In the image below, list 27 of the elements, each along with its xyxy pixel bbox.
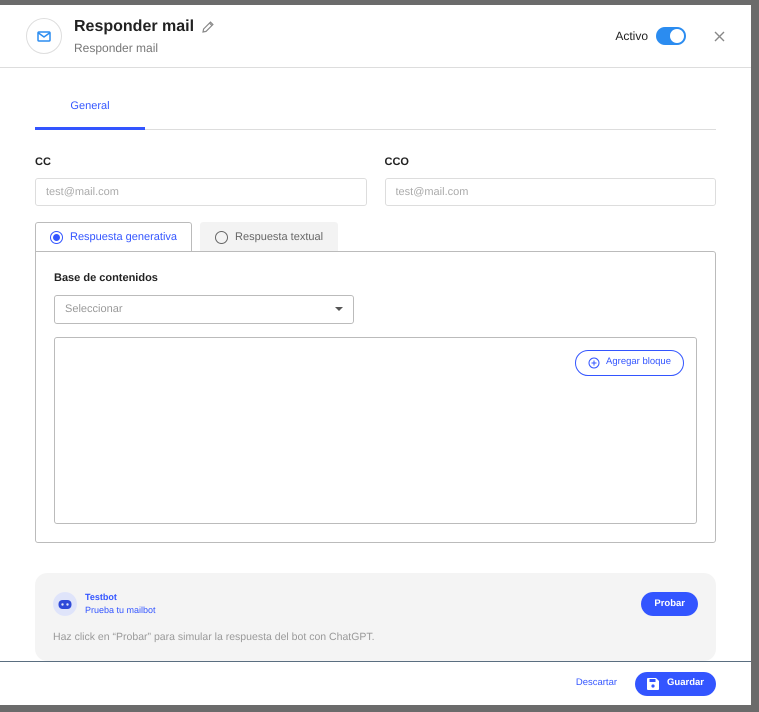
active-label: Activo bbox=[615, 28, 648, 45]
save-button[interactable]: Guardar bbox=[635, 672, 716, 696]
email-input-field[interactable]: test@mail.com bbox=[35, 178, 366, 206]
tab[interactable]: General bbox=[35, 84, 145, 130]
plus-circle-icon bbox=[588, 356, 600, 368]
content-base-dropdown[interactable]: Seleccionar bbox=[54, 294, 354, 324]
response-tab[interactable]: Respuesta textual bbox=[200, 222, 338, 251]
mail-icon bbox=[26, 18, 62, 54]
test-button[interactable]: Probar bbox=[641, 592, 698, 616]
discard-link[interactable]: Descartar bbox=[576, 676, 618, 691]
field-label: CCO bbox=[384, 154, 410, 170]
active-toggle[interactable] bbox=[656, 27, 686, 45]
testbot-subtitle: Prueba tu mailbot bbox=[85, 604, 156, 617]
field-label: CC bbox=[35, 154, 52, 170]
save-icon bbox=[647, 678, 660, 690]
close-icon[interactable] bbox=[714, 30, 725, 42]
field-label: Base de contenidos bbox=[54, 271, 159, 286]
robot-icon bbox=[53, 592, 77, 616]
dialog-title: Responder mail bbox=[74, 17, 194, 37]
dialog-subtitle: Responder mail bbox=[74, 40, 160, 57]
caret-icon bbox=[335, 307, 343, 311]
pencil-icon[interactable] bbox=[202, 21, 214, 33]
response-tab[interactable]: Respuesta generativa bbox=[35, 222, 192, 251]
testbot-title: Testbot bbox=[85, 590, 118, 604]
email-input-field[interactable]: test@mail.com bbox=[384, 178, 716, 206]
testbot-hint: Haz click en “Probar” para simular la respuesta del bot con ChatGPT. bbox=[53, 630, 376, 644]
add-block-button[interactable]: Agregar bloque bbox=[575, 350, 684, 376]
